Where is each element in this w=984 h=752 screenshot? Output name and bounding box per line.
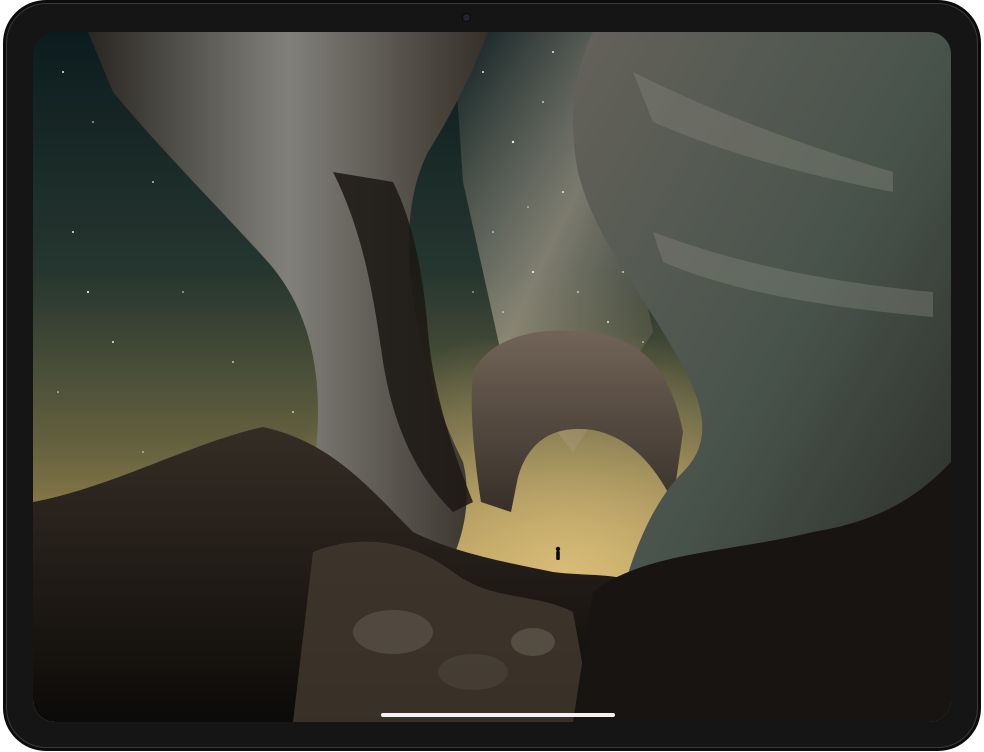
tablet-device-frame [6, 3, 978, 748]
screen [33, 32, 951, 722]
wallpaper-photo [33, 32, 951, 722]
home-indicator[interactable] [381, 713, 615, 717]
front-camera-icon [463, 14, 470, 21]
